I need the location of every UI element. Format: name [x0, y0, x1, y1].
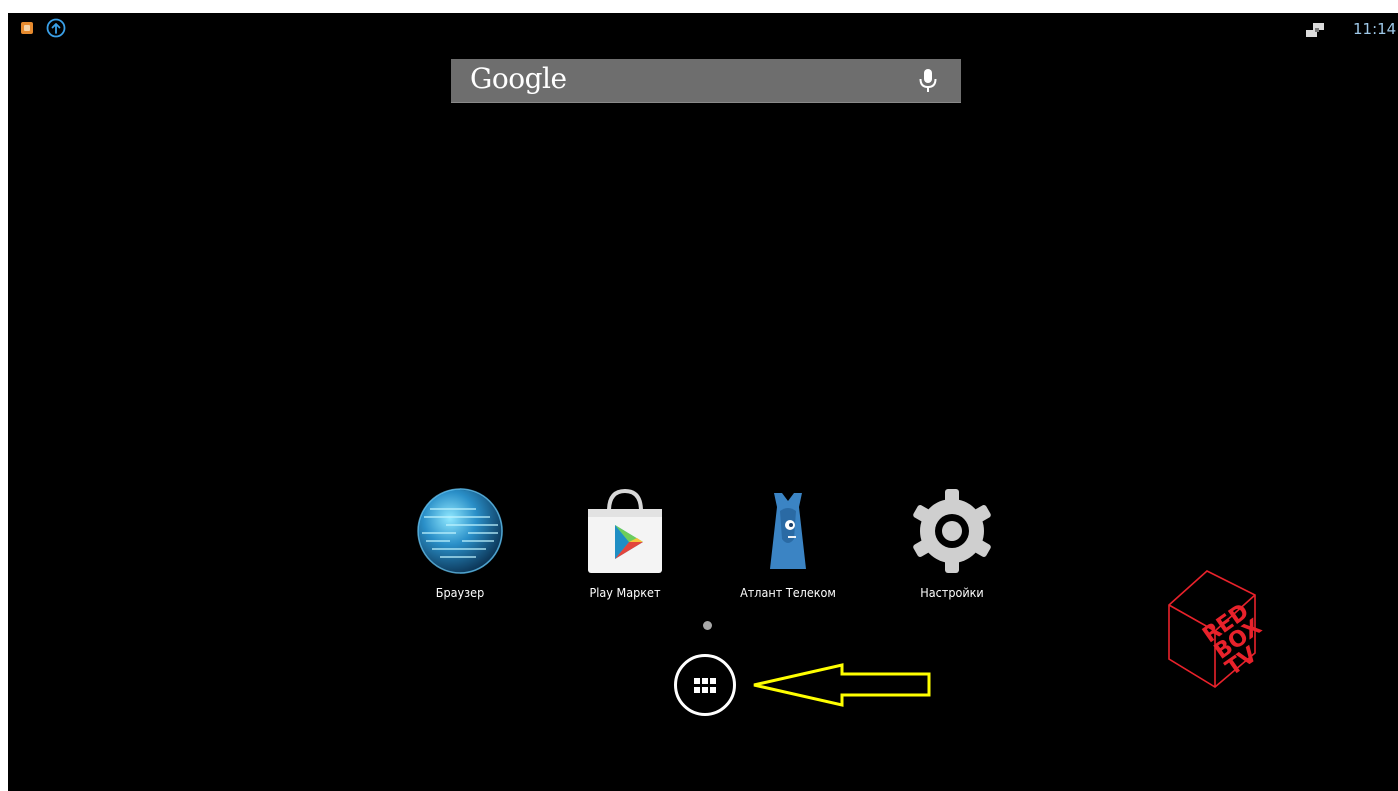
app-label-browser: Браузер — [435, 585, 485, 600]
app-label-atlant-telecom: Атлант Телеком — [740, 585, 836, 600]
app-notification-icon[interactable] — [21, 22, 33, 34]
gear-icon — [913, 489, 991, 573]
status-clock: 11:14 — [1353, 20, 1397, 38]
status-bar: 11:14 — [8, 13, 1398, 46]
google-search-bar[interactable]: Google — [451, 59, 961, 103]
google-logo: Google — [470, 62, 567, 95]
microphone-icon[interactable] — [915, 67, 941, 95]
app-atlant-telecom[interactable]: Атлант Телеком — [723, 487, 853, 607]
app-grid-icon — [694, 678, 716, 693]
app-play-market[interactable]: Play Маркет — [560, 487, 690, 607]
app-label-settings: Настройки — [920, 585, 984, 600]
update-arrow-icon[interactable] — [46, 18, 66, 38]
app-browser[interactable]: Браузер — [395, 487, 525, 607]
highlight-arrow-icon — [753, 663, 931, 707]
atlant-telecom-icon — [770, 493, 806, 569]
page-indicator — [703, 621, 712, 630]
ethernet-icon — [1306, 23, 1324, 37]
app-label-play-market: Play Маркет — [589, 585, 661, 600]
globe-icon — [417, 488, 503, 574]
red-box-tv-logo: RED BOX TV — [1168, 570, 1266, 688]
home-screen: 11:14 Google Браузер Play Маркет Атлант … — [8, 13, 1398, 791]
app-settings[interactable]: Настройки — [887, 487, 1017, 607]
all-apps-button[interactable] — [674, 654, 736, 716]
play-store-icon — [588, 488, 662, 573]
